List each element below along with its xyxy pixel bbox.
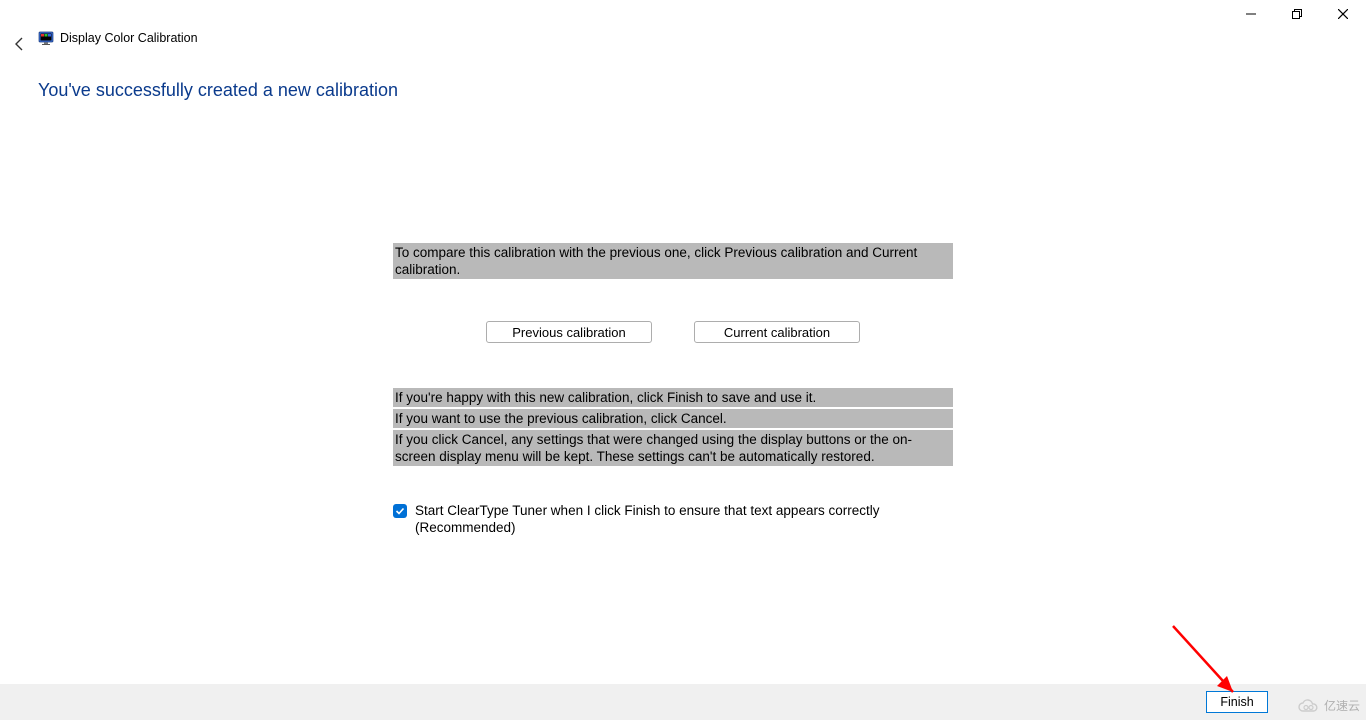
back-button[interactable] <box>8 32 32 56</box>
calibration-button-row: Previous calibration Current calibration <box>393 321 953 343</box>
cancel-instruction: If you want to use the previous calibrat… <box>393 409 953 428</box>
cleartype-label: Start ClearType Tuner when I click Finis… <box>415 502 953 536</box>
maximize-button[interactable] <box>1274 0 1320 28</box>
monitor-icon <box>38 30 54 46</box>
footer-bar: Finish <box>0 684 1366 720</box>
app-header: Display Color Calibration <box>38 30 198 46</box>
cleartype-checkbox[interactable] <box>393 504 407 518</box>
main-content: To compare this calibration with the pre… <box>393 243 953 536</box>
current-calibration-button[interactable]: Current calibration <box>694 321 860 343</box>
cleartype-option: Start ClearType Tuner when I click Finis… <box>393 502 953 536</box>
finish-instruction: If you're happy with this new calibratio… <box>393 388 953 407</box>
finish-button[interactable]: Finish <box>1206 691 1268 713</box>
minimize-button[interactable] <box>1228 0 1274 28</box>
close-button[interactable] <box>1320 0 1366 28</box>
compare-instruction: To compare this calibration with the pre… <box>393 243 953 279</box>
window-controls <box>1228 0 1366 28</box>
page-heading: You've successfully created a new calibr… <box>38 80 398 101</box>
app-title: Display Color Calibration <box>60 31 198 45</box>
cancel-warning: If you click Cancel, any settings that w… <box>393 430 953 466</box>
previous-calibration-button[interactable]: Previous calibration <box>486 321 652 343</box>
